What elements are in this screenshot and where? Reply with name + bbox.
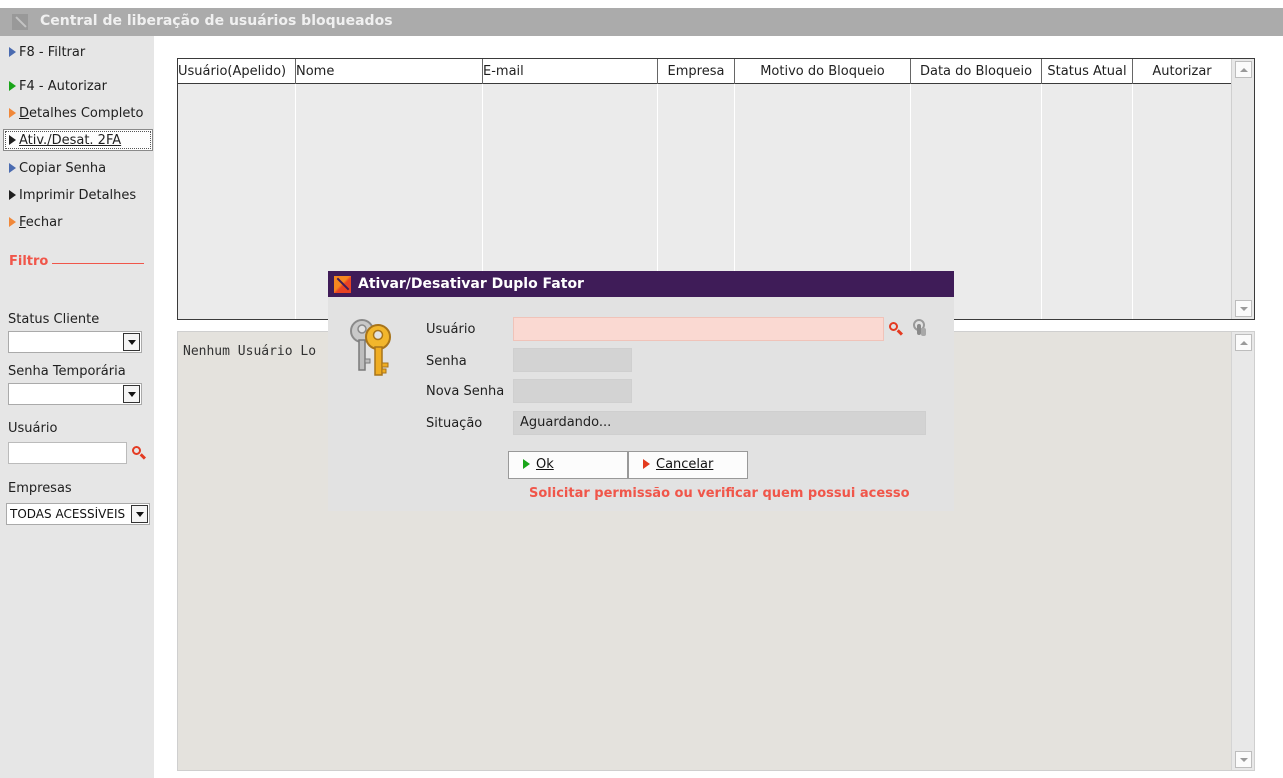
filter-divider xyxy=(52,263,144,264)
column-header[interactable]: E-mail xyxy=(483,59,658,84)
two-factor-dialog: Ativar/Desativar Duplo Fator Usuário Sen… xyxy=(328,271,954,511)
chevron-down-icon[interactable] xyxy=(131,505,148,523)
fingerprint-icon[interactable] xyxy=(912,319,928,337)
keys-icon xyxy=(350,319,391,376)
chevron-down-icon[interactable] xyxy=(123,333,140,351)
menu-label-rest: etalhes Completo xyxy=(29,106,144,121)
details-scrollbar[interactable] xyxy=(1231,332,1254,770)
scroll-up-icon[interactable] xyxy=(1235,61,1252,78)
menu-filtrar[interactable]: F8 - Filtrar xyxy=(9,42,85,64)
green-triangle-icon xyxy=(523,459,530,469)
accel-char: D xyxy=(19,106,30,121)
window-title: Central de liberação de usuários bloquea… xyxy=(40,13,393,29)
dialog-senha-input[interactable] xyxy=(513,348,632,372)
menu-ativ-desat-2fa[interactable]: Ativ./Desat. 2FA xyxy=(3,129,153,151)
menu-autorizar[interactable]: F4 - Autorizar xyxy=(9,76,107,98)
chevron-down-icon[interactable] xyxy=(123,385,140,403)
blue-triangle-icon xyxy=(9,163,16,173)
column-header[interactable]: Nome xyxy=(296,59,483,84)
menu-label-rest: echar xyxy=(25,215,63,230)
menu-fechar[interactable]: Fechar xyxy=(9,212,62,234)
dialog-title: Ativar/Desativar Duplo Fator xyxy=(358,276,584,292)
senha-temporaria-select[interactable] xyxy=(8,383,142,405)
search-icon[interactable] xyxy=(888,321,904,337)
status-cliente-label: Status Cliente xyxy=(8,312,100,327)
app-logo-icon xyxy=(12,14,28,30)
grid-column xyxy=(1042,84,1133,319)
menu-detalhes-completo[interactable]: Detalhes Completo xyxy=(9,103,143,125)
blue-triangle-icon xyxy=(9,47,16,57)
empresas-label: Empresas xyxy=(8,481,72,496)
ok-button[interactable]: Ok xyxy=(508,451,628,479)
column-header[interactable]: Usuário(Apelido) xyxy=(178,59,296,84)
green-triangle-icon xyxy=(9,81,16,91)
dialog-usuario-input[interactable] xyxy=(513,317,884,341)
orange-triangle-icon xyxy=(9,108,16,118)
menu-imprimir-detalhes[interactable]: Imprimir Detalhes xyxy=(9,185,136,207)
black-triangle-icon xyxy=(9,190,16,200)
cancel-button[interactable]: Cancelar xyxy=(628,451,748,479)
sidebar: F8 - Filtrar F4 - Autorizar Detalhes Com… xyxy=(0,36,154,778)
dialog-usuario-label: Usuário xyxy=(426,322,476,337)
dialog-senha-label: Senha xyxy=(426,354,467,369)
empresas-select[interactable]: TODAS ACESSÍVEIS xyxy=(6,503,150,525)
usuario-filter-input[interactable] xyxy=(8,442,127,464)
scroll-up-icon[interactable] xyxy=(1235,334,1252,351)
dialog-situacao-field: Aguardando... xyxy=(513,411,926,435)
grid-column xyxy=(178,84,296,319)
grid-header: Usuário(Apelido) Nome E-mail Empresa Mot… xyxy=(178,59,1232,84)
dialog-title-bar: Ativar/Desativar Duplo Fator xyxy=(328,271,954,297)
column-header[interactable]: Motivo do Bloqueio xyxy=(735,59,911,84)
menu-copiar-senha[interactable]: Copiar Senha xyxy=(9,158,106,180)
dialog-nova-senha-label: Nova Senha xyxy=(426,384,505,399)
search-icon[interactable] xyxy=(131,445,147,461)
column-header[interactable]: Data do Bloqueio xyxy=(911,59,1042,84)
filter-section-title: Filtro xyxy=(9,254,49,269)
usuario-label: Usuário xyxy=(8,421,58,436)
black-triangle-icon xyxy=(9,135,16,145)
grid-scrollbar[interactable] xyxy=(1231,59,1254,319)
app-logo-icon xyxy=(334,276,351,293)
column-header[interactable]: Autorizar xyxy=(1133,59,1231,84)
details-message: Nenhum Usuário Lo xyxy=(183,344,317,359)
column-header[interactable]: Status Atual xyxy=(1042,59,1133,84)
dialog-situacao-label: Situação xyxy=(426,416,483,431)
status-cliente-select[interactable] xyxy=(8,331,142,353)
scroll-down-icon[interactable] xyxy=(1235,751,1252,768)
permission-warning[interactable]: Solicitar permissão ou verificar quem po… xyxy=(529,486,910,501)
orange-triangle-icon xyxy=(9,217,16,227)
dialog-nova-senha-input[interactable] xyxy=(513,379,632,403)
scroll-down-icon[interactable] xyxy=(1235,300,1252,317)
window-title-bar: Central de liberação de usuários bloquea… xyxy=(0,8,1283,36)
column-header[interactable]: Empresa xyxy=(658,59,735,84)
red-triangle-icon xyxy=(643,459,650,469)
senha-temporaria-label: Senha Temporária xyxy=(8,364,126,379)
accel-char: F xyxy=(19,215,26,230)
